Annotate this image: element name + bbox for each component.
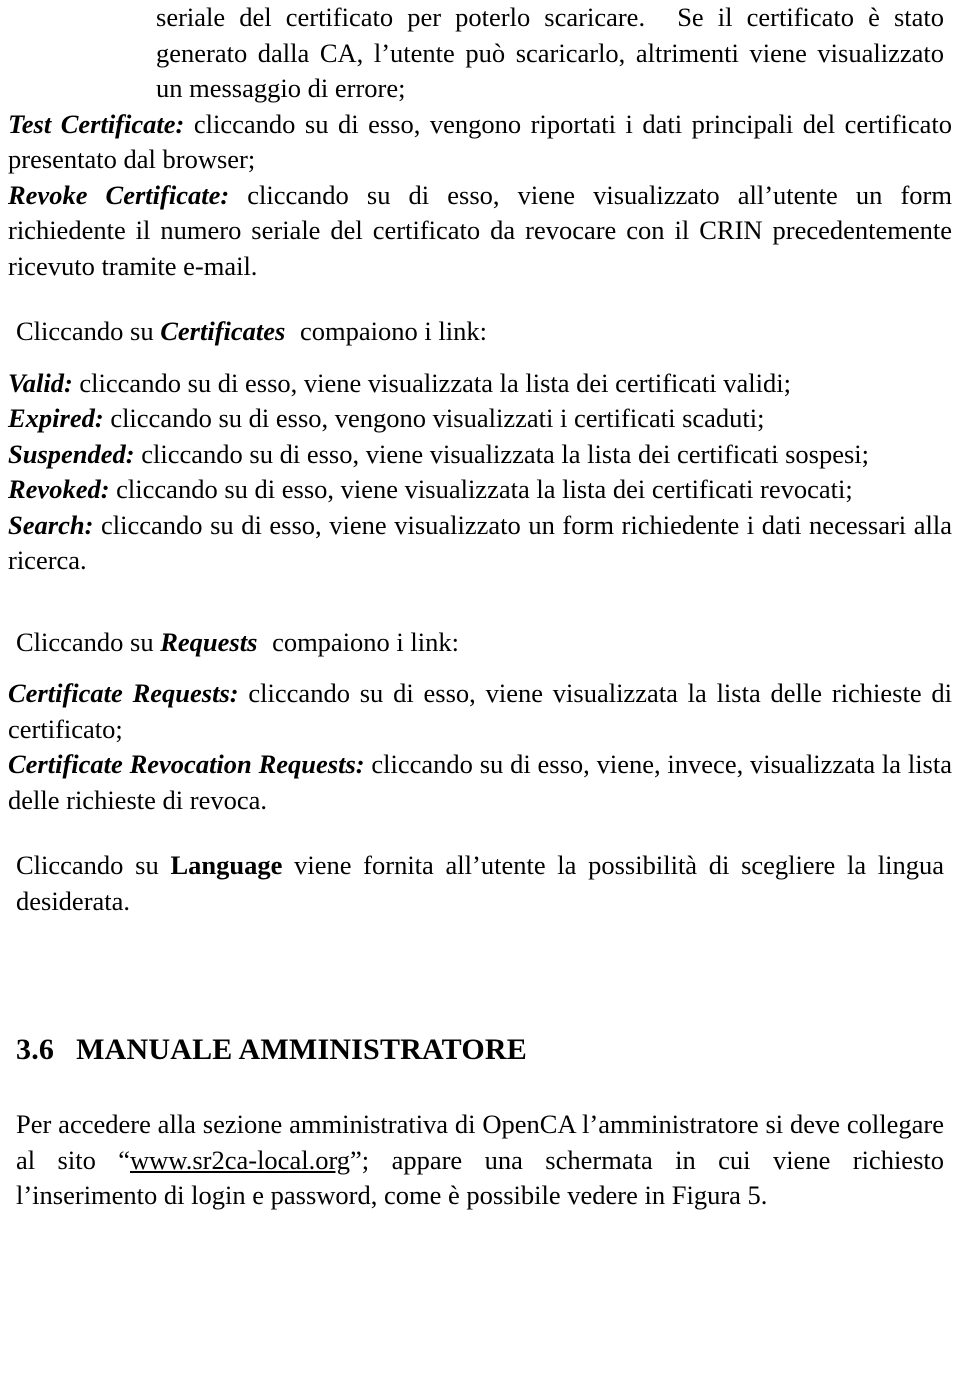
bullet-search: Search: cliccando su di esso, viene visu… [8, 508, 952, 579]
bullet-term-certificate-revocation-requests: Certificate Revocation Requests: [8, 749, 365, 779]
bullet-expired: Expired: cliccando su di esso, vengono v… [8, 401, 952, 437]
bullet-text-suspended: cliccando su di esso, viene visualizzata… [141, 438, 870, 469]
lead-requests: Cliccando su Requests compaiono i link: [16, 625, 952, 661]
top-paragraph-line1: seriale del certificato per poterlo scar… [156, 2, 646, 32]
bullet-certificate-revocation-requests: Certificate Revocation Requests: cliccan… [8, 747, 952, 818]
final-paragraph: Per accedere alla sezione amministrativa… [16, 1107, 944, 1214]
bullet-term-revoked: Revoked: [8, 474, 110, 504]
lead-certificates-term: Certificates [160, 316, 286, 346]
requests-bullet-list: Certificate Requests: cliccando su di es… [8, 676, 952, 818]
bullet-revoke-certificate: Revoke Certificate: cliccando su di esso… [8, 178, 952, 285]
bullet-test-certificate: Test Certificate: cliccando su di esso, … [8, 107, 952, 178]
bullet-valid: Valid: cliccando su di esso, viene visua… [8, 366, 952, 402]
lead-requests-prefix: Cliccando su [16, 626, 154, 657]
site-link[interactable]: www.sr2ca-local.org [130, 1145, 350, 1175]
lead-language-prefix: Cliccando su [16, 850, 159, 880]
top-paragraph-first-line: seriale del certificato per poterlo scar… [156, 0, 944, 107]
bullet-text-expired: cliccando su di esso, vengono visualizza… [110, 403, 765, 433]
bullet-text-search: cliccando su di esso, viene visualizzato… [8, 509, 952, 576]
bullet-term-search: Search: [8, 509, 94, 540]
bullet-term-suspended: Suspended: [8, 438, 135, 469]
lead-requests-suffix: compaiono i link: [272, 626, 460, 657]
bullet-certificate-requests: Certificate Requests: cliccando su di es… [8, 676, 952, 747]
lead-requests-term: Requests [160, 626, 258, 657]
bullet-term-expired: Expired: [8, 403, 104, 433]
lead-language-term: Language [170, 850, 283, 880]
bullet-text-valid: cliccando su di esso, viene visualizzata… [79, 367, 791, 398]
lead-certificates-suffix: compaiono i link: [300, 316, 487, 346]
certificates-bullet-list: Valid: cliccando su di esso, viene visua… [8, 366, 952, 579]
bullet-term-test-certificate: Test Certificate: [8, 108, 185, 139]
document-page: seriale del certificato per poterlo scar… [0, 0, 960, 1381]
lead-language: Cliccando su Language viene fornita all’… [16, 848, 944, 919]
top-bullet-list: Test Certificate: cliccando su di esso, … [8, 107, 952, 285]
bullet-suspended: Suspended: cliccando su di esso, viene v… [8, 437, 952, 473]
lead-certificates: Cliccando su Certificates compaiono i li… [16, 314, 952, 350]
section-heading: 3.6 MANUALE AMMINISTRATORE [16, 1031, 952, 1069]
bullet-term-revoke-certificate: Revoke Certificate: [8, 179, 230, 210]
section-number: 3.6 [16, 1033, 55, 1066]
lead-certificates-prefix: Cliccando su [16, 316, 154, 346]
bullet-term-certificate-requests: Certificate Requests: [8, 678, 239, 708]
section-title: MANUALE AMMINISTRATORE [76, 1033, 527, 1066]
bullet-term-valid: Valid: [8, 367, 73, 398]
bullet-text-revoked: cliccando su di esso, viene visualizzata… [116, 474, 853, 504]
bullet-revoked: Revoked: cliccando su di esso, viene vis… [8, 472, 952, 508]
